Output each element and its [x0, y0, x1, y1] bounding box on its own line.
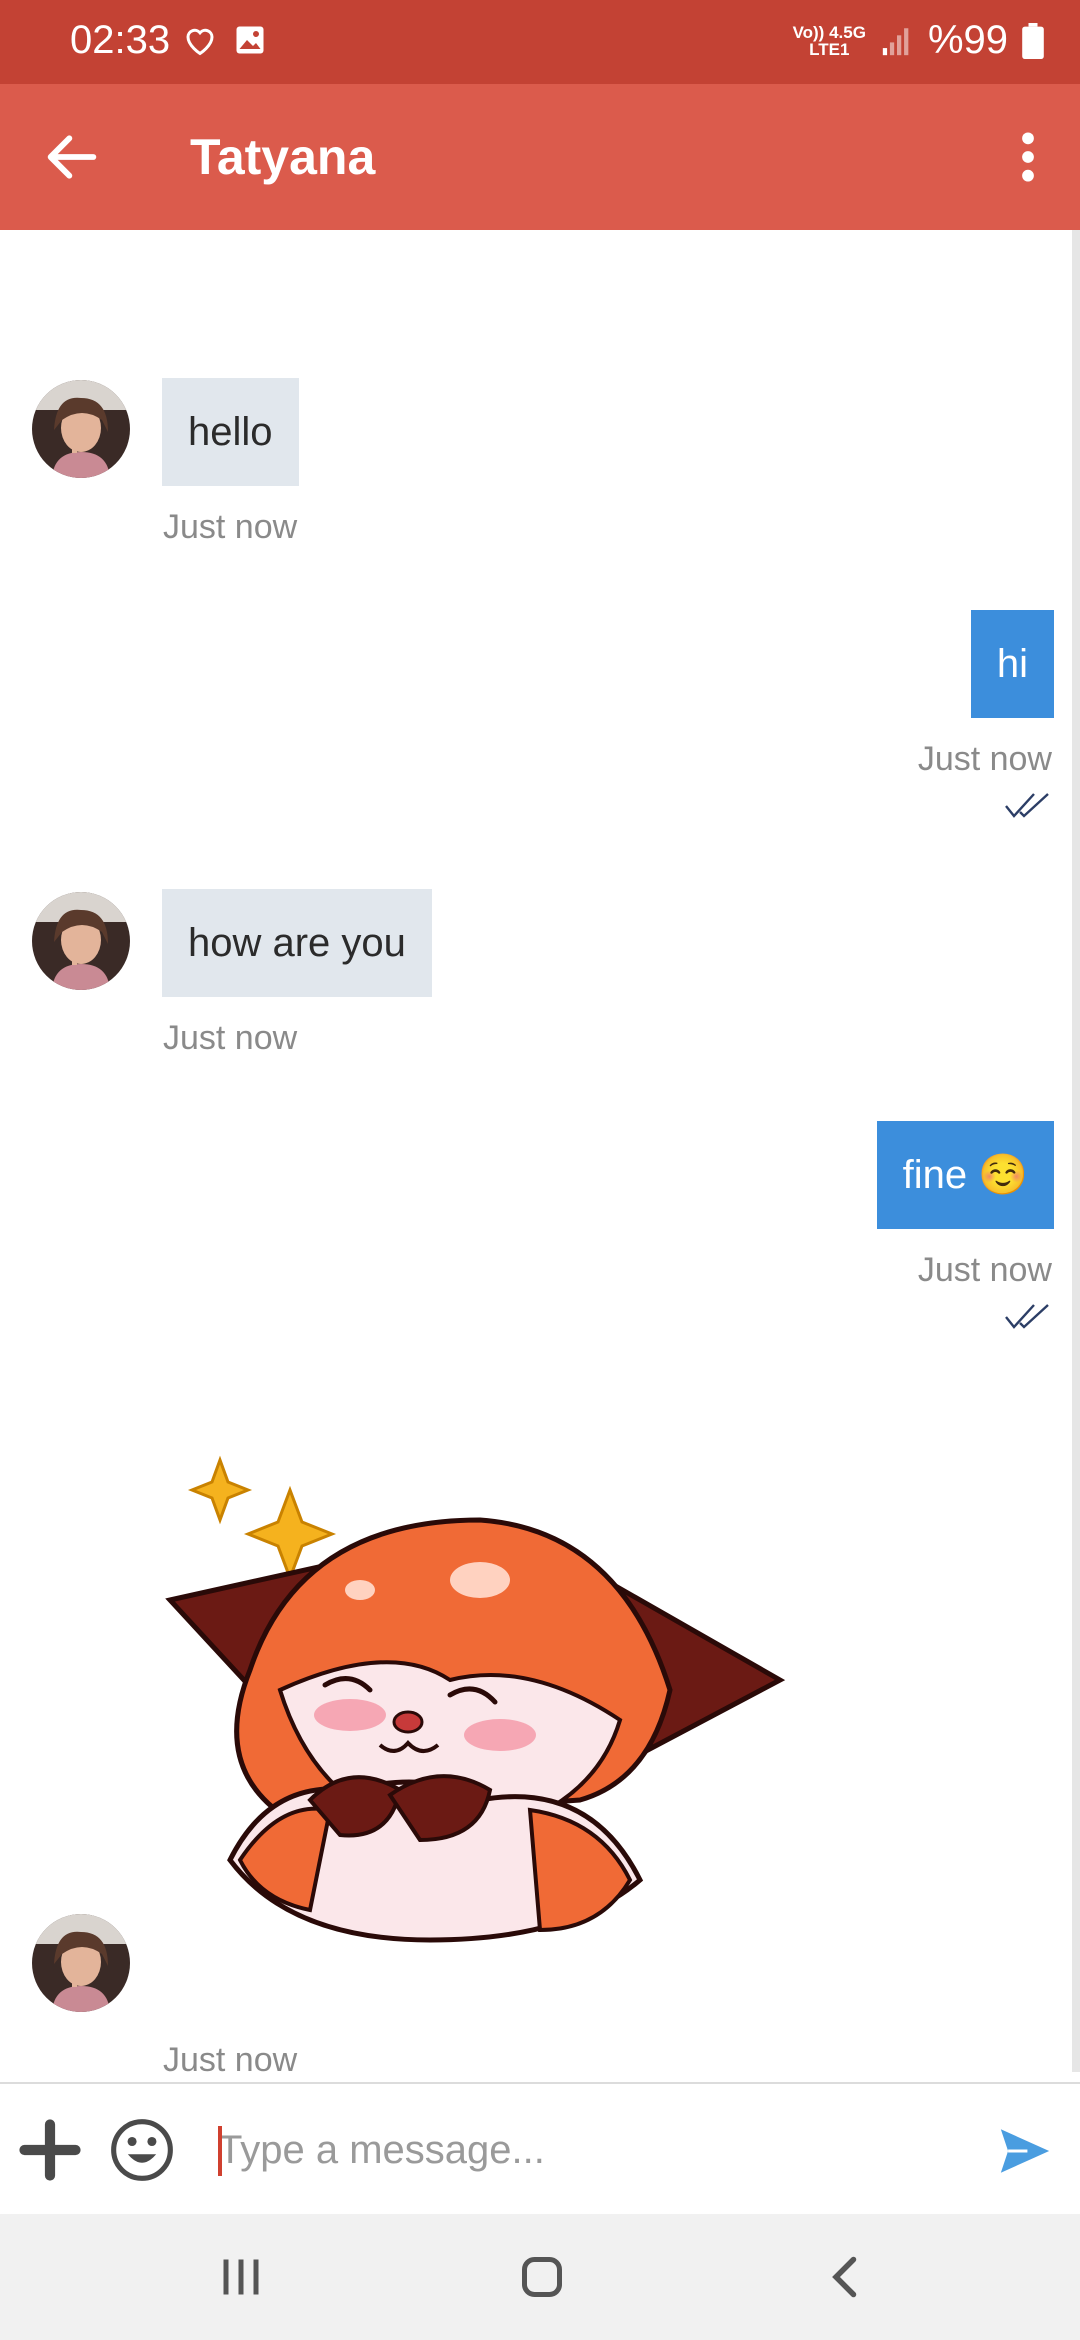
message-time: Just now — [917, 1251, 1052, 1289]
status-right: Vo)) 4.5G LTE1 %99 — [793, 18, 1044, 63]
emoji-icon[interactable] — [108, 2116, 176, 2184]
signal-icon — [882, 27, 909, 55]
status-bar: 02:33 Vo)) 4.5G LTE1 %99 — [0, 0, 1080, 84]
image-icon — [236, 26, 264, 54]
outgoing-message[interactable]: fine ☺️ — [876, 1121, 1054, 1229]
incoming-message[interactable]: how are you — [162, 889, 432, 997]
recent-apps-icon[interactable] — [211, 2247, 271, 2307]
back-nav-icon[interactable] — [816, 2247, 876, 2307]
battery-level: %99 — [927, 18, 1008, 62]
avatar-photo — [32, 1914, 130, 2012]
message-time: Just now — [163, 2041, 298, 2079]
more-vertical-icon[interactable] — [996, 125, 1060, 189]
contact-avatar[interactable] — [32, 1914, 130, 2012]
contact-avatar[interactable] — [32, 380, 130, 478]
battery-icon — [1022, 22, 1044, 59]
back-arrow-icon[interactable] — [40, 125, 104, 189]
home-icon[interactable] — [512, 2247, 572, 2307]
network-bottom-label: LTE1 — [809, 39, 850, 59]
double-check-icon — [1005, 1304, 1049, 1329]
send-icon[interactable] — [996, 2122, 1054, 2180]
network-type: Vo)) 4.5G LTE1 — [793, 24, 866, 58]
double-check-icon — [1005, 793, 1049, 818]
system-nav-bar — [0, 2214, 1080, 2340]
message-time: Just now — [917, 740, 1052, 778]
avatar-photo — [32, 380, 130, 478]
message-time: Just now — [163, 1019, 298, 1057]
status-time: 02:33 — [70, 18, 171, 62]
plus-icon[interactable] — [16, 2116, 84, 2184]
outgoing-message[interactable]: hi — [970, 610, 1054, 718]
message-input[interactable] — [218, 2112, 958, 2188]
contact-avatar[interactable] — [32, 892, 130, 990]
status-notification-icons — [182, 22, 268, 58]
chat-title: Tatyana — [190, 129, 376, 185]
message-time: Just now — [163, 508, 298, 546]
app-bar: Tatyana — [0, 84, 1080, 230]
network-top-label: Vo)) 4.5G — [792, 22, 866, 42]
avatar-photo — [32, 892, 130, 990]
fox-sticker[interactable] — [150, 1440, 800, 1980]
message-composer — [0, 2082, 1080, 2216]
scrollbar[interactable] — [1072, 230, 1080, 2072]
incoming-message[interactable]: hello — [162, 378, 299, 486]
text-cursor — [218, 2126, 222, 2176]
heart-icon — [186, 28, 214, 56]
